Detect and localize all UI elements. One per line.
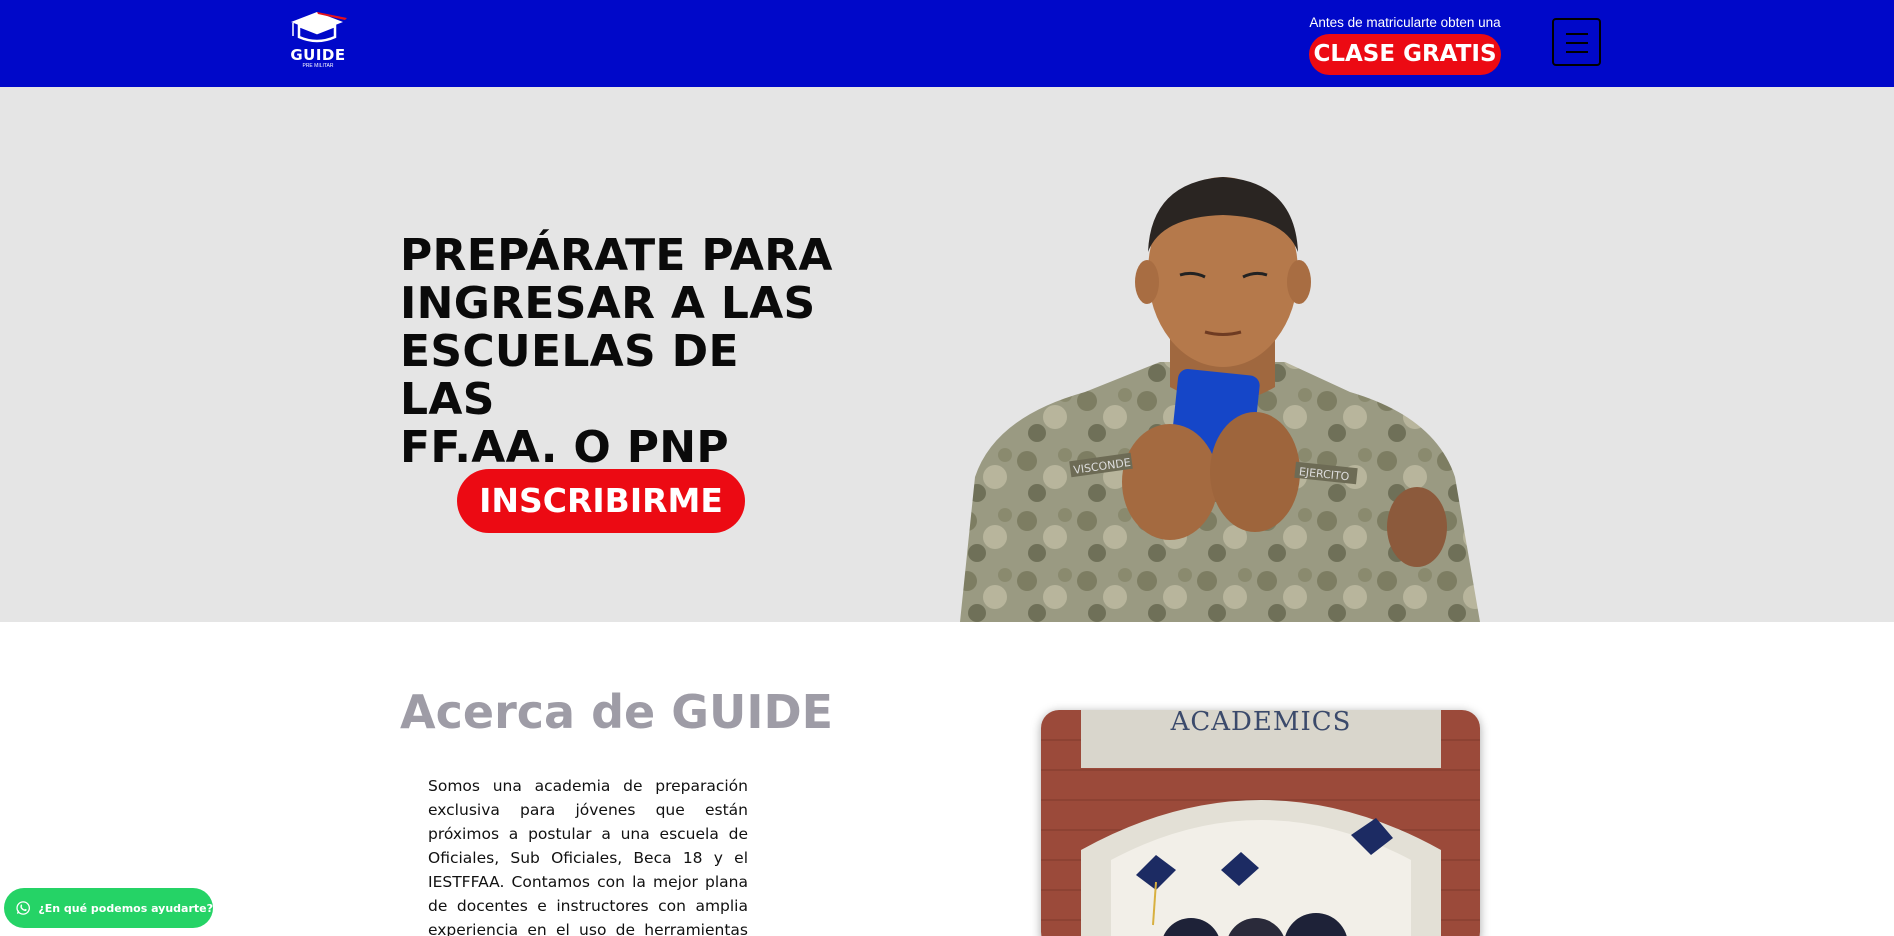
soldier-with-phone-image: VISCONDE EJERCITO	[960, 177, 1480, 622]
free-class-button[interactable]: CLASE GRATIS	[1309, 34, 1501, 75]
hero-title-line: FF.AA. O PNP	[400, 422, 729, 473]
hamburger-menu-icon	[1566, 51, 1588, 53]
academics-building-image: ACADEMICS	[1041, 710, 1480, 936]
whatsapp-label: ¿En qué podemos ayudarte?	[38, 901, 213, 915]
logo-text: GUIDE	[290, 46, 346, 64]
hamburger-menu-icon	[1566, 42, 1588, 44]
hero-title-line: ESCUELAS DE LAS	[400, 326, 739, 425]
hamburger-menu-icon	[1566, 33, 1588, 35]
whatsapp-button[interactable]: ¿En qué podemos ayudarte?	[4, 888, 213, 928]
hero-title-line: INGRESAR A LAS	[400, 278, 816, 329]
about-title: Acerca de GUIDE	[400, 685, 834, 739]
hero-title-line: PREPÁRATE PARA	[400, 230, 833, 281]
hero-section: PREPÁRATE PARA INGRESAR A LAS ESCUELAS D…	[0, 87, 1894, 622]
graduation-cap-icon	[291, 12, 347, 43]
whatsapp-icon	[16, 901, 30, 915]
graduation-image: ACADEMICS	[1041, 710, 1480, 936]
academics-sign: ACADEMICS	[1170, 710, 1352, 737]
free-class-promo: Antes de matricularte obten una CLASE GR…	[1300, 14, 1510, 75]
site-header: GUIDE PRE MILITAR Antes de matricularte …	[0, 0, 1894, 87]
enroll-button[interactable]: INSCRIBIRME	[457, 469, 745, 533]
about-paragraph: Somos una academia de preparación exclus…	[428, 777, 748, 936]
site-logo[interactable]: GUIDE PRE MILITAR	[286, 10, 350, 72]
menu-button[interactable]	[1552, 18, 1601, 66]
hero-title: PREPÁRATE PARA INGRESAR A LAS ESCUELAS D…	[400, 232, 840, 472]
promo-text: Antes de matricularte obten una	[1309, 15, 1501, 30]
